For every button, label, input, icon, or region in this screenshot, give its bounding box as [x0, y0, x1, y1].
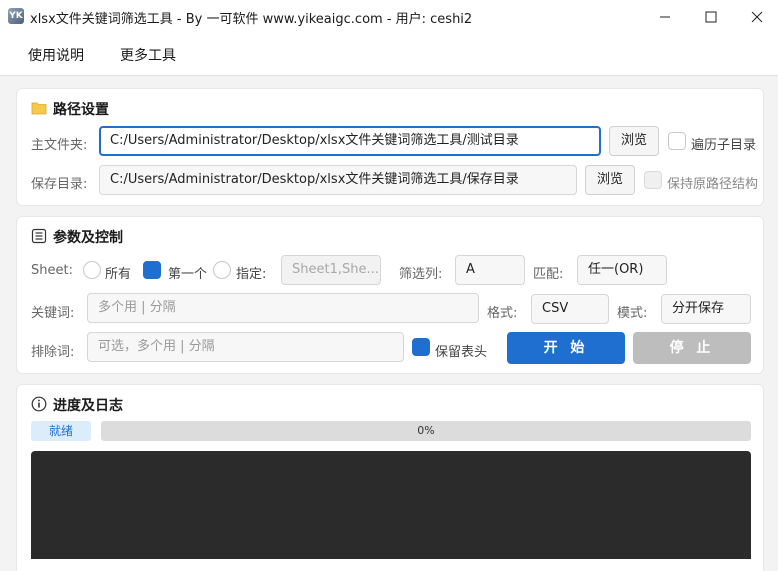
keep-structure-label: 保持原路径结构 [667, 177, 759, 192]
section-title-path: 路径设置 [53, 102, 109, 118]
progress-card: 进度及日志 就绪 0% [16, 384, 764, 571]
format-label: 格式: [487, 306, 518, 321]
menu-bar: 使用说明 更多工具 [0, 33, 778, 76]
main-folder-label: 主文件夹: [31, 138, 88, 153]
sheet-option-first-label: 第一个 [168, 267, 208, 282]
menu-item-help[interactable]: 使用说明 [28, 45, 84, 65]
filter-col-label: 筛选列: [399, 267, 443, 282]
menu-item-more-tools[interactable]: 更多工具 [120, 45, 176, 65]
filter-col-input[interactable]: A [455, 255, 525, 285]
progress-percent-text: 0% [417, 424, 435, 437]
sheet-radio-first[interactable] [143, 261, 161, 279]
keep-structure-checkbox[interactable] [644, 171, 662, 189]
info-icon [31, 396, 47, 412]
format-select[interactable]: CSV [531, 294, 609, 324]
maximize-icon [705, 11, 717, 22]
save-dir-label: 保存目录: [31, 177, 88, 192]
close-icon [751, 11, 763, 22]
save-dir-input[interactable]: C:/Users/Administrator/Desktop/xlsx文件关键词… [99, 165, 577, 195]
sheet-label: Sheet: [31, 263, 73, 278]
sheet-names-input[interactable]: Sheet1,She... [281, 255, 381, 285]
section-title-params: 参数及控制 [53, 230, 123, 246]
mode-label: 模式: [617, 306, 648, 321]
match-label: 匹配: [533, 267, 564, 282]
start-button[interactable]: 开 始 [507, 332, 625, 364]
match-select[interactable]: 任一(OR) [577, 255, 667, 285]
title-bar: YK xlsx文件关键词筛选工具 - By 一可软件 www.yikeaigc.… [0, 0, 778, 33]
window-title: xlsx文件关键词筛选工具 - By 一可软件 www.yikeaigc.com… [30, 12, 473, 27]
mode-select[interactable]: 分开保存 [661, 294, 751, 324]
maximize-button[interactable] [688, 0, 734, 33]
folder-icon [31, 102, 47, 115]
minimize-button[interactable] [642, 0, 688, 33]
section-title-progress: 进度及日志 [53, 398, 123, 414]
list-icon [31, 228, 47, 244]
recurse-subdirs-checkbox[interactable] [668, 132, 686, 150]
keyword-input[interactable]: 多个用 | 分隔 [87, 293, 479, 323]
minimize-icon [660, 16, 670, 17]
sheet-radio-all[interactable] [83, 261, 101, 279]
recurse-subdirs-label: 遍历子目录 [691, 138, 757, 153]
stop-button[interactable]: 停 止 [633, 332, 751, 364]
browse-main-folder-button[interactable]: 浏览 [609, 126, 659, 156]
sheet-option-all-label: 所有 [105, 267, 132, 282]
path-settings-card: 路径设置 主文件夹: C:/Users/Administrator/Deskto… [16, 88, 764, 206]
sheet-radio-specified[interactable] [213, 261, 231, 279]
status-badge: 就绪 [31, 421, 91, 441]
exclude-label: 排除词: [31, 345, 75, 360]
close-button[interactable] [734, 0, 778, 33]
app-icon: YK [8, 8, 24, 24]
sheet-option-specified-label: 指定: [236, 267, 267, 282]
keep-header-label: 保留表头 [435, 345, 488, 360]
progress-bar: 0% [101, 421, 751, 441]
exclude-input[interactable]: 可选，多个用 | 分隔 [87, 332, 404, 362]
log-area[interactable] [31, 451, 751, 559]
keep-header-checkbox[interactable] [412, 338, 430, 356]
browse-save-dir-button[interactable]: 浏览 [585, 165, 635, 195]
keyword-label: 关键词: [31, 306, 75, 321]
params-card: 参数及控制 Sheet: 所有 第一个 指定: Sheet1,She... 筛选… [16, 216, 764, 374]
main-folder-input[interactable]: C:/Users/Administrator/Desktop/xlsx文件关键词… [99, 126, 601, 156]
